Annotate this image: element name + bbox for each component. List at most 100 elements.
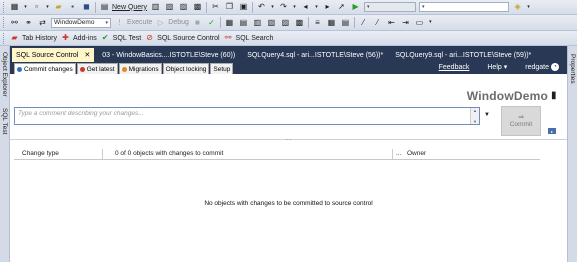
tab-setup[interactable]: Setup (210, 63, 234, 74)
migrations-icon (121, 66, 127, 72)
redo-icon[interactable]: ↷ (278, 2, 289, 13)
tab-history-button[interactable]: ▰ Tab History (9, 33, 57, 44)
dropdown-arrow-icon[interactable]: ▾ (314, 2, 319, 13)
source-control-panel: Commit changes Get latest Migrations Obj… (10, 62, 567, 262)
sql-test-side-tab[interactable]: SQL Test (1, 108, 8, 134)
uncomment-icon[interactable]: ⁄ (372, 17, 383, 28)
solution-config-dropdown[interactable]: ▾ (364, 2, 417, 12)
disconnect-icon[interactable]: ⚭ (23, 17, 34, 28)
analysis-query-icon[interactable]: ▧ (164, 2, 175, 13)
execute-button[interactable]: ! Execute (114, 17, 152, 28)
empty-state-message: No objects with changes to be committed … (204, 200, 373, 207)
copy-icon[interactable]: ❐ (224, 2, 235, 13)
tab-commit-changes[interactable]: Commit changes (14, 63, 76, 74)
xmla-query-icon[interactable]: ▩ (192, 2, 203, 13)
save-all-icon[interactable]: ◼ (81, 2, 92, 13)
mdx-query-icon[interactable]: ▨ (178, 2, 189, 13)
tab-get-latest[interactable]: Get latest (76, 63, 118, 74)
column-divider[interactable] (392, 148, 393, 159)
tab-object-locking[interactable]: Object locking (162, 63, 210, 74)
doc-tab-sqlquery4[interactable]: SQLQuery4.sql - ari...ISTOTLE\Steve (56)… (243, 48, 387, 62)
column-more[interactable]: ... (396, 150, 401, 157)
start-icon[interactable]: ▶ (350, 2, 361, 13)
redgate-wordmark: redgate (525, 63, 549, 71)
stop-icon[interactable]: ■ (192, 17, 203, 28)
object-explorer-tab[interactable]: Object Explorer (1, 52, 8, 97)
change-connection-icon[interactable]: ⇄ (37, 17, 48, 28)
doc-tab-sql-source-control[interactable]: SQL Source Control ✕ (12, 48, 95, 62)
commit-comment-input[interactable]: Type a comment describing your changes..… (14, 107, 480, 125)
chevron-down-icon: ▾ (367, 4, 370, 10)
doc-tab-windowbasics[interactable]: 03 - WindowBasics....ISTOTLE\Steve (60)) (98, 48, 239, 62)
specify-values-icon[interactable]: ▭ (414, 17, 425, 28)
sql-test-button[interactable]: ✔ SQL Test (100, 33, 141, 44)
find-in-files-icon[interactable]: ◈ (512, 2, 523, 13)
properties-tab[interactable]: Properties (569, 54, 576, 84)
commit-button[interactable]: ⇒ Commit (501, 106, 541, 136)
results-text-icon[interactable]: ≡ (312, 17, 323, 28)
sql-source-control-button[interactable]: ⊘ SQL Source Control (144, 33, 219, 44)
dropdown-arrow-icon[interactable]: ▾ (526, 2, 531, 13)
parse-icon[interactable]: ✓ (206, 17, 217, 28)
comment-out-icon[interactable]: ⁄ (358, 17, 369, 28)
doc-tab-label: 03 - WindowBasics....ISTOTLE\Steve (60)) (102, 51, 236, 59)
scroll-down-icon[interactable]: ▼ (473, 119, 477, 124)
splitter[interactable]: ···· (10, 138, 567, 143)
column-divider[interactable] (102, 148, 103, 159)
include-plan-icon[interactable]: ▨ (280, 17, 291, 28)
undo-icon[interactable]: ↶ (256, 2, 267, 13)
column-owner[interactable]: Owner (407, 150, 426, 157)
dropdown-arrow-icon[interactable]: ▾ (45, 2, 50, 13)
database-select[interactable]: WindowDemo ▾ (51, 17, 111, 28)
scroll-up-icon[interactable]: ▲ (473, 108, 477, 113)
open-folder-icon[interactable]: ▰ (53, 2, 64, 13)
connect-icon[interactable]: ⚯ (9, 17, 20, 28)
client-stats-icon[interactable]: ▩ (294, 17, 305, 28)
toolbar-grip[interactable] (3, 32, 6, 44)
navigate-forward-icon[interactable]: ▸ (322, 2, 333, 13)
new-query-button[interactable]: ▤ New Query (99, 2, 147, 13)
increase-indent-icon[interactable]: ⇥ (400, 17, 411, 28)
decrease-indent-icon[interactable]: ⇤ (386, 17, 397, 28)
column-change-type[interactable]: Change type (22, 150, 59, 157)
tab-history-icon: ▰ (11, 33, 18, 42)
find-box[interactable]: ▾ (419, 2, 510, 12)
query-designer-icon[interactable]: ▤ (238, 17, 249, 28)
help-menu[interactable]: Help ▾ (487, 63, 507, 71)
feedback-link[interactable]: Feedback (439, 64, 470, 71)
new-project-icon[interactable]: ▦ (9, 2, 20, 13)
sql-search-button[interactable]: ⚯ SQL Search (223, 33, 274, 44)
intellisense-icon[interactable]: ▧ (266, 17, 277, 28)
standard-toolbar: ▦ ▾ ▫ ▾ ▰ ▪ ◼ ▤ New Query ▥ ▧ ▨ ▩ ✂ ❐ ▣ … (0, 0, 577, 15)
sql-source-control-label: SQL Source Control (157, 34, 220, 42)
dropdown-arrow-icon[interactable]: ▾ (23, 2, 28, 13)
cut-icon[interactable]: ✂ (210, 2, 221, 13)
display-plan-icon[interactable]: ▦ (224, 17, 235, 28)
right-dock-strip: Properties (567, 46, 577, 262)
query-options-icon[interactable]: ▥ (252, 17, 263, 28)
dropdown-arrow-icon[interactable]: ▾ (428, 17, 433, 28)
results-file-icon[interactable]: ▤ (340, 17, 351, 28)
results-grid-icon[interactable]: ▦ (326, 17, 337, 28)
toolbar-separator (95, 1, 96, 13)
doc-tab-sqlquery9[interactable]: SQLQuery9.sql - ari...ISTOTLE\Steve (59)… (391, 48, 535, 62)
redgate-logo: redgate ◔ (525, 63, 559, 71)
add-item-icon[interactable]: ▫ (31, 2, 42, 13)
paste-icon[interactable]: ▣ (238, 2, 249, 13)
dropdown-arrow-icon[interactable]: ▾ (292, 2, 297, 13)
tab-migrations[interactable]: Migrations (118, 63, 162, 74)
database-query-icon[interactable]: ▥ (150, 2, 161, 13)
toolbar-grip[interactable] (3, 1, 6, 13)
commit-options-dropdown[interactable]: ▼ (484, 112, 490, 118)
comment-scrollbar[interactable]: ▲ ▼ (470, 108, 479, 124)
get-latest-icon (79, 66, 85, 72)
toolbar-separator (219, 17, 221, 28)
save-icon[interactable]: ▪ (67, 2, 78, 13)
addins-button[interactable]: ✚ Add-ins (60, 33, 97, 44)
toolbar-grip[interactable] (3, 17, 6, 28)
navigate-back-icon[interactable]: ◂ (300, 2, 311, 13)
expand-icon[interactable]: ▸ (548, 128, 556, 134)
debug-button[interactable]: ▷ Debug (155, 17, 189, 28)
close-icon[interactable]: ✕ (84, 51, 90, 59)
dropdown-arrow-icon[interactable]: ▾ (270, 2, 275, 13)
